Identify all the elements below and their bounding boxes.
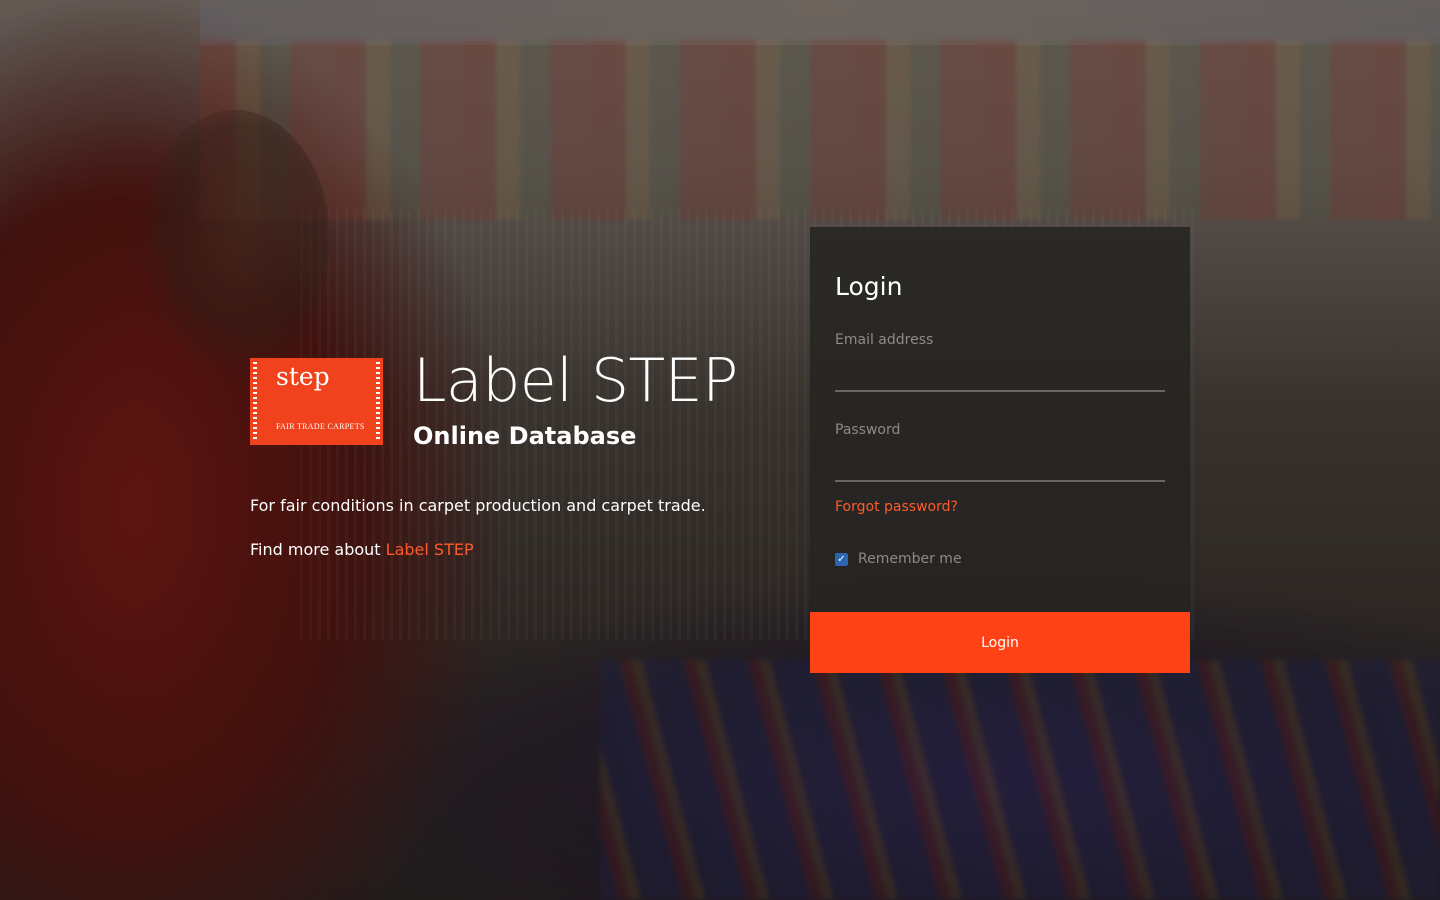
brand-title: Label STEP [413, 346, 738, 416]
tagline: For fair conditions in carpet production… [250, 496, 706, 515]
logo-fringe-right [376, 362, 380, 441]
find-more-prefix: Find more about [250, 540, 386, 559]
email-field[interactable] [835, 362, 1165, 392]
step-logo[interactable]: step FAIR TRADE CARPETS [250, 358, 383, 445]
background-overlay [0, 0, 1440, 900]
background-photo [0, 0, 1440, 900]
logo-subtitle: FAIR TRADE CARPETS [276, 422, 365, 431]
remember-me-label: Remember me [858, 551, 962, 567]
find-more-text: Find more about Label STEP [250, 540, 474, 559]
brand-subtitle: Online Database [413, 422, 637, 450]
label-step-link[interactable]: Label STEP [386, 540, 474, 559]
password-label: Password [835, 422, 901, 438]
password-field[interactable] [835, 452, 1165, 482]
login-card: Login Email address Password Forgot pass… [810, 227, 1190, 673]
remember-me-checkbox[interactable]: ✓ [835, 552, 848, 566]
check-icon: ✓ [837, 553, 846, 565]
logo-fringe-left [253, 362, 257, 441]
email-label: Email address [835, 332, 934, 348]
logo-word: step [276, 362, 330, 391]
login-button[interactable]: Login [810, 612, 1190, 673]
forgot-password-link[interactable]: Forgot password? [835, 499, 958, 515]
login-title: Login [835, 272, 903, 301]
remember-me[interactable]: ✓ Remember me [835, 551, 962, 567]
